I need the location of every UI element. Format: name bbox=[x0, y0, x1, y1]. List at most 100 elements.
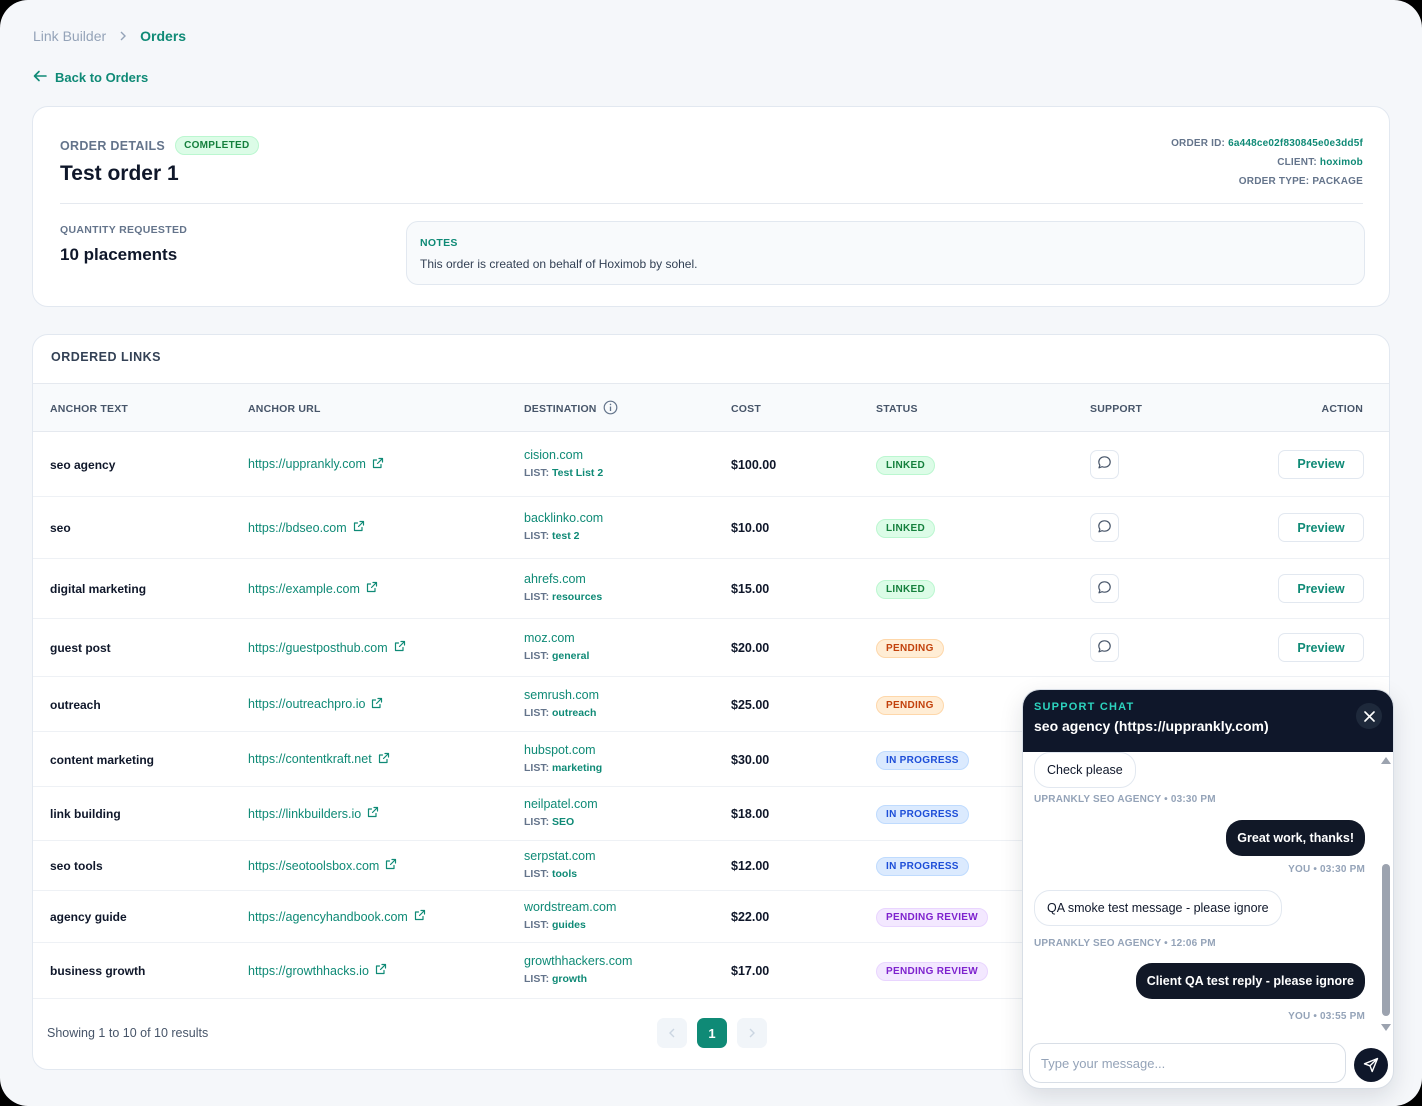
breadcrumb-link-builder[interactable]: Link Builder bbox=[33, 28, 106, 44]
anchor-url-text: https://upprankly.com bbox=[248, 457, 366, 471]
destination-domain-link[interactable]: semrush.com bbox=[524, 688, 599, 702]
cost-value: $17.00 bbox=[731, 964, 770, 978]
col-cost: COST bbox=[731, 403, 761, 415]
destination: backlinko.com LIST: test 2 bbox=[524, 511, 603, 542]
anchor-url-text: https://bdseo.com bbox=[248, 520, 347, 535]
anchor-url-link[interactable]: https://contentkraft.net bbox=[248, 752, 390, 767]
anchor-url-link[interactable]: https://guestposthub.com bbox=[248, 640, 406, 655]
destination: cision.com LIST: Test List 2 bbox=[524, 448, 603, 479]
ordered-links-title: ORDERED LINKS bbox=[51, 350, 161, 364]
send-icon bbox=[1363, 1057, 1379, 1073]
destination-domain-link[interactable]: hubspot.com bbox=[524, 743, 602, 757]
chat-messages[interactable]: Check please UPRANKLY SEO AGENCY • 03:30… bbox=[1023, 752, 1393, 1035]
anchor-text: agency guide bbox=[50, 910, 127, 924]
destination-list: LIST: tools bbox=[524, 868, 596, 880]
list-label: LIST: bbox=[524, 868, 550, 880]
destination-domain-link[interactable]: cision.com bbox=[524, 448, 603, 462]
anchor-text: business growth bbox=[50, 964, 146, 978]
anchor-text: link building bbox=[50, 807, 121, 821]
support-chat-button[interactable] bbox=[1090, 513, 1119, 542]
destination-domain-link[interactable]: backlinko.com bbox=[524, 511, 603, 525]
list-value: tools bbox=[552, 868, 578, 880]
external-link-icon bbox=[371, 697, 383, 712]
preview-button[interactable]: Preview bbox=[1278, 513, 1364, 542]
list-label: LIST: bbox=[524, 706, 550, 719]
status-badge: PENDING bbox=[876, 639, 944, 658]
chat-bubble-icon bbox=[1097, 455, 1112, 473]
anchor-text: seo bbox=[50, 521, 71, 535]
send-message-button[interactable] bbox=[1354, 1048, 1388, 1082]
support-chat-button[interactable] bbox=[1090, 633, 1119, 662]
anchor-url-link[interactable]: https://seotoolsbox.com bbox=[248, 858, 397, 873]
page-1-button[interactable]: 1 bbox=[697, 1018, 727, 1048]
destination: wordstream.com LIST: guides bbox=[524, 900, 616, 931]
back-link-label: Back to Orders bbox=[55, 70, 149, 85]
anchor-url-link[interactable]: https://upprankly.com bbox=[248, 457, 384, 472]
destination-domain-link[interactable]: ahrefs.com bbox=[524, 572, 602, 586]
order-id-label: ORDER ID: bbox=[1171, 138, 1226, 149]
external-link-icon bbox=[353, 520, 365, 535]
col-anchor-url: ANCHOR URL bbox=[248, 403, 321, 415]
chat-bubble-icon bbox=[1097, 580, 1112, 598]
destination-domain-link[interactable]: neilpatel.com bbox=[524, 797, 598, 811]
close-chat-button[interactable] bbox=[1356, 703, 1382, 729]
table-row: seo agency https://upprankly.com cision.co… bbox=[33, 432, 1389, 497]
destination-list: LIST: test 2 bbox=[524, 530, 603, 542]
preview-button[interactable]: Preview bbox=[1278, 574, 1364, 603]
external-link-icon bbox=[414, 909, 426, 924]
destination-domain-link[interactable]: moz.com bbox=[524, 631, 589, 645]
chat-bubble-icon bbox=[1097, 639, 1112, 657]
list-label: LIST: bbox=[524, 761, 550, 774]
order-type-value: PACKAGE bbox=[1312, 176, 1363, 187]
breadcrumb: Link Builder Orders bbox=[33, 28, 186, 44]
preview-button[interactable]: Preview bbox=[1278, 449, 1364, 479]
list-value: Test List 2 bbox=[552, 466, 604, 479]
notes-text: This order is created on behalf of Hoxim… bbox=[420, 257, 698, 271]
anchor-text: outreach bbox=[50, 697, 101, 712]
info-icon[interactable] bbox=[603, 400, 618, 418]
anchor-url-text: https://growthhacks.io bbox=[248, 963, 369, 978]
client-value: hoximob bbox=[1319, 157, 1363, 168]
preview-button[interactable]: Preview bbox=[1278, 633, 1364, 662]
anchor-url-link[interactable]: https://agencyhandbook.com bbox=[248, 909, 426, 924]
destination: hubspot.com LIST: marketing bbox=[524, 743, 602, 774]
chat-title: seo agency (https://upprankly.com) bbox=[1034, 718, 1269, 734]
page-title: Test order 1 bbox=[60, 162, 179, 185]
chat-bubble-icon bbox=[1097, 519, 1112, 537]
list-label: LIST: bbox=[524, 650, 550, 662]
status-badge: LINKED bbox=[876, 455, 936, 475]
scrollbar-thumb[interactable] bbox=[1382, 864, 1390, 1016]
chat-message-input[interactable] bbox=[1030, 1044, 1345, 1082]
message-bubble: Check please bbox=[1034, 752, 1136, 788]
anchor-url-link[interactable]: https://outreachpro.io bbox=[248, 697, 383, 712]
external-link-icon bbox=[366, 581, 378, 596]
anchor-url-link[interactable]: https://example.com bbox=[248, 581, 378, 596]
cost-value: $22.00 bbox=[731, 910, 770, 924]
destination-domain-link[interactable]: serpstat.com bbox=[524, 849, 596, 863]
next-page-button[interactable] bbox=[737, 1018, 767, 1048]
support-chat-button[interactable] bbox=[1090, 449, 1119, 479]
back-to-orders-link[interactable]: Back to Orders bbox=[33, 70, 148, 85]
destination-domain-link[interactable]: wordstream.com bbox=[524, 900, 616, 914]
message-bubble: QA smoke test message - please ignore bbox=[1034, 890, 1282, 926]
anchor-url-link[interactable]: https://bdseo.com bbox=[248, 520, 365, 535]
destination: ahrefs.com LIST: resources bbox=[524, 572, 602, 603]
anchor-url-text: https://seotoolsbox.com bbox=[248, 858, 380, 873]
anchor-url-link[interactable]: https://growthhacks.io bbox=[248, 963, 387, 978]
cost-value: $20.00 bbox=[731, 641, 770, 655]
quantity-value: 10 placements bbox=[60, 245, 178, 264]
chat-kicker: SUPPORT CHAT bbox=[1034, 701, 1135, 713]
destination-domain-link[interactable]: growthhackers.com bbox=[524, 954, 632, 968]
prev-page-button[interactable] bbox=[657, 1018, 687, 1048]
destination-list: LIST: guides bbox=[524, 919, 616, 931]
col-action: ACTION bbox=[1321, 403, 1363, 415]
destination-list: LIST: outreach bbox=[524, 707, 599, 719]
anchor-url-link[interactable]: https://linkbuilders.io bbox=[248, 806, 379, 821]
order-details-header: ORDER DETAILS COMPLETED bbox=[60, 136, 259, 155]
chevron-right-icon bbox=[749, 1028, 755, 1038]
support-chat-button[interactable] bbox=[1090, 574, 1119, 603]
list-label: LIST: bbox=[524, 466, 550, 479]
breadcrumb-orders[interactable]: Orders bbox=[140, 28, 186, 44]
status-badge: LINKED bbox=[876, 580, 936, 599]
list-label: LIST: bbox=[524, 919, 550, 931]
